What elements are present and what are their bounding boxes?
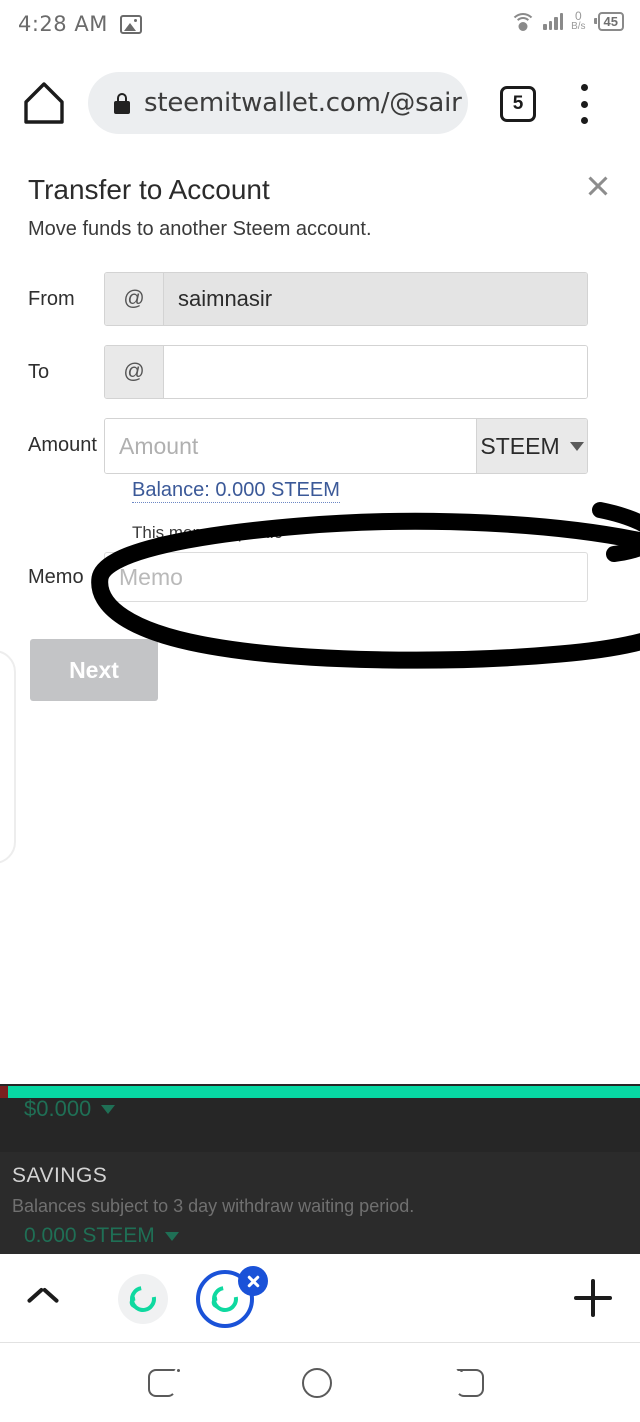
back-icon[interactable] [454,1365,494,1401]
memo-label: Memo [28,566,84,588]
steem-favicon [206,1280,244,1318]
next-button[interactable]: Next [30,639,158,701]
transfer-dialog: Transfer to Account Move funds to anothe… [0,154,640,1084]
chevron-up-icon[interactable] [28,1286,58,1316]
close-icon[interactable] [584,172,612,200]
usd-balance[interactable]: $0.000 [24,1096,116,1122]
to-input-group[interactable]: @ [104,345,588,399]
to-input[interactable] [164,346,587,398]
from-input-group[interactable]: @ saimnasir [104,272,588,326]
memo-input[interactable]: Memo [104,552,588,602]
amount-label: Amount [28,434,97,456]
address-bar[interactable]: steemitwallet.com/@sair [88,72,468,134]
at-prefix-icon: @ [105,346,164,398]
home-icon[interactable] [22,80,66,126]
steem-favicon [124,1280,162,1318]
battery-icon: 45 [593,11,624,31]
wallet-background-strip: $0.000 SAVINGS Balances subject to 3 day… [0,1084,640,1254]
amount-row: Amount Amount STEEM [0,418,640,474]
browser-toolbar: steemitwallet.com/@sair 5 [0,54,640,208]
network-speed-unit: B/s [571,21,586,32]
wifi-icon [510,12,537,31]
kebab-menu-icon[interactable] [580,84,588,124]
amount-input-group[interactable]: Amount STEEM [104,418,588,474]
asset-select[interactable]: STEEM [476,419,587,473]
status-bar: 4:28 AM 0 B/s 45 [0,0,640,54]
status-bar-left: 4:28 AM [18,12,142,36]
from-row: From @ saimnasir [0,272,640,326]
lock-icon [114,92,130,114]
accent-bar-cap [0,1086,8,1098]
from-input: saimnasir [164,273,587,325]
tab-strip [0,1254,640,1343]
cellular-signal-icon [543,12,564,30]
battery-level: 45 [597,11,624,31]
phone-screen: 4:28 AM 0 B/s 45 steemitwallet.com/@sair [0,0,640,1422]
savings-balance-value: 0.000 STEEM [24,1224,155,1247]
memo-row: Memo Memo [0,544,640,602]
close-tab-icon[interactable] [238,1266,268,1296]
status-bar-right: 0 B/s 45 [510,10,624,32]
chevron-down-icon [164,1231,179,1241]
to-label: To [28,361,50,383]
savings-balance[interactable]: 0.000 STEEM [24,1224,179,1248]
page-title: Transfer to Account [28,174,270,205]
from-label: From [28,288,75,310]
recents-icon[interactable] [146,1365,186,1401]
savings-note: Balances subject to 3 day withdraw waiti… [12,1196,415,1216]
status-time: 4:28 AM [18,12,108,36]
chevron-down-icon [101,1104,116,1114]
to-row: To @ [0,345,640,399]
asset-select-value: STEEM [480,432,560,459]
balance-link[interactable]: Balance: 0.000 STEEM [132,478,340,503]
memo-hint: This memo is public [132,523,283,542]
chevron-down-icon [569,441,584,451]
page-subtitle: Move funds to another Steem account. [28,218,372,240]
savings-title: SAVINGS [12,1164,108,1187]
android-nav-bar [0,1343,640,1422]
background-tab-card [0,650,16,864]
amount-input[interactable]: Amount [105,419,476,473]
plus-icon[interactable] [574,1279,612,1317]
network-speed: 0 B/s [571,10,585,32]
tab-item-1[interactable] [118,1274,168,1324]
image-icon [119,14,142,34]
url-text: steemitwallet.com/@sair [144,88,462,118]
at-prefix-icon: @ [105,273,164,325]
usd-balance-value: $0.000 [24,1096,92,1121]
home-circle-icon[interactable] [300,1365,340,1401]
tab-count-button[interactable]: 5 [500,86,536,122]
